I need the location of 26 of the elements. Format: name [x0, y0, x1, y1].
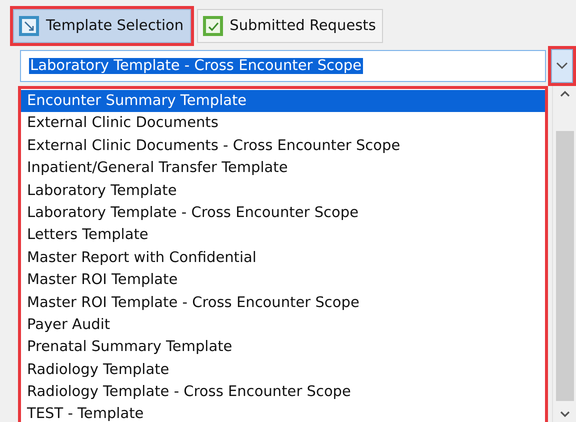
list-item[interactable]: Master Report with Confidential [21, 246, 545, 270]
chevron-down-icon [556, 62, 568, 70]
list-item[interactable]: Encounter Summary Template [21, 90, 545, 112]
document-icon [18, 15, 40, 37]
list-item[interactable]: Master ROI Template - Cross Encounter Scope [21, 292, 545, 314]
tab[interactable]: Template Selection [13, 9, 191, 43]
list-item[interactable]: Laboratory Template [21, 180, 545, 202]
list-item[interactable]: Laboratory Template - Cross Encounter Scope [21, 202, 545, 224]
list-item[interactable]: Payer Audit [21, 314, 545, 336]
document-check-icon [202, 15, 224, 37]
scroll-down-icon[interactable] [560, 411, 570, 418]
list-item[interactable]: External Clinic Documents - Cross Encounter Scope [21, 134, 545, 158]
list-item[interactable]: Master ROI Template [21, 269, 545, 292]
scroll-up-icon[interactable] [560, 90, 570, 97]
combo-value: Laboratory Template - Cross Encounter Scope [29, 58, 362, 74]
tab[interactable]: Submitted Requests [196, 9, 383, 43]
template-combo-field[interactable]: Laboratory Template - Cross Encounter Scope [20, 50, 546, 82]
list-item[interactable]: Prenatal Summary Template [21, 336, 545, 359]
scroll-thumb[interactable] [556, 131, 574, 401]
list-item[interactable]: TEST - Template [21, 403, 545, 422]
list-item[interactable]: External Clinic Documents [21, 112, 545, 135]
list-item[interactable]: Letters Template [21, 224, 545, 247]
list-item[interactable]: Radiology Template - Cross Encounter Scope [21, 381, 545, 404]
list-item[interactable]: Radiology Template [21, 358, 545, 382]
scrollbar[interactable] [552, 86, 576, 422]
list-item[interactable]: Inpatient/General Transfer Template [21, 157, 545, 180]
